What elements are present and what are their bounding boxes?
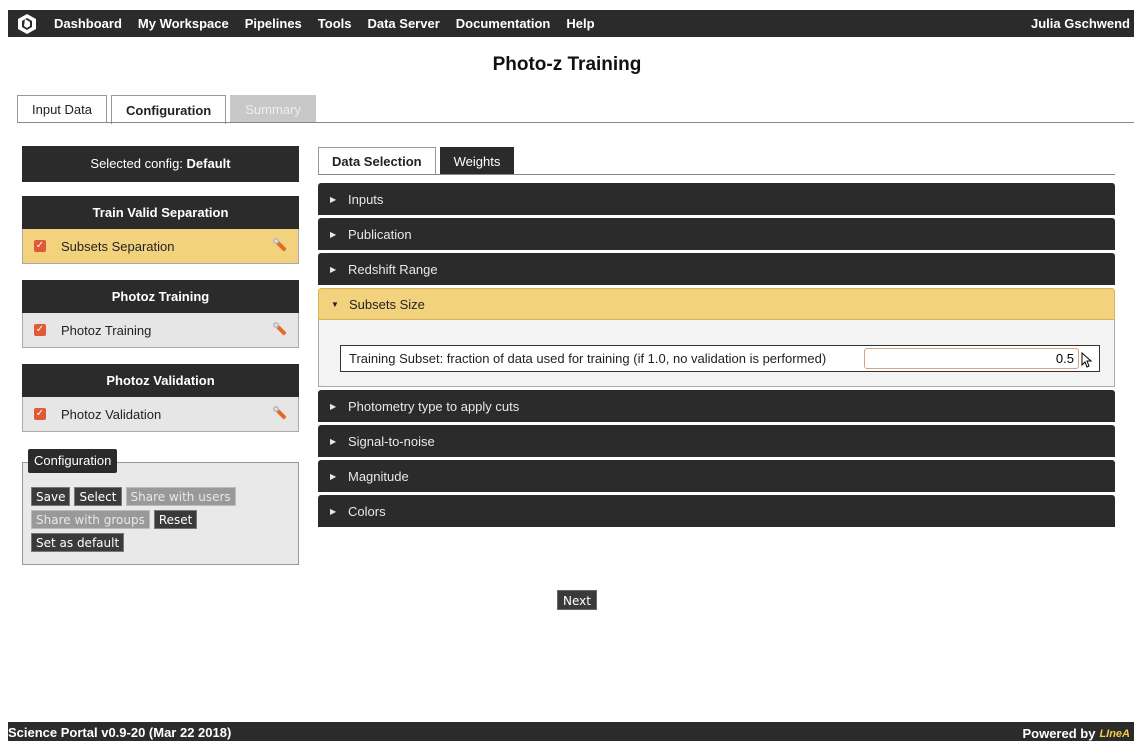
step-item-label: Photoz Validation xyxy=(61,406,162,422)
user-menu[interactable]: Julia Gschwend xyxy=(1031,16,1130,31)
accordion-publication[interactable]: ▶ Publication xyxy=(318,218,1115,250)
tab-configuration[interactable]: Configuration xyxy=(111,95,227,124)
checkbox-checked-icon[interactable]: ✓ xyxy=(34,324,46,336)
accordion-inputs[interactable]: ▶ Inputs xyxy=(318,183,1115,215)
training-subset-input[interactable] xyxy=(864,348,1079,369)
accordion-label: Photometry type to apply cuts xyxy=(348,398,520,414)
checkbox-checked-icon[interactable]: ✓ xyxy=(34,408,46,420)
powered-by-text: Powered by xyxy=(1022,726,1096,741)
tabs-divider xyxy=(17,122,1134,123)
nav-documentation[interactable]: Documentation xyxy=(456,16,551,31)
nav-help[interactable]: Help xyxy=(566,16,594,31)
section-title: Photoz Validation xyxy=(22,364,299,397)
step-item-label: Subsets Separation xyxy=(61,238,175,254)
caret-right-icon: ▶ xyxy=(330,401,337,411)
nav-dashboard[interactable]: Dashboard xyxy=(54,16,122,31)
caret-right-icon: ▶ xyxy=(330,436,337,446)
tab-summary: Summary xyxy=(230,95,316,123)
section-train-valid-separation: Train Valid Separation ✓ Subsets Separat… xyxy=(22,196,299,264)
sub-tabs: Data Selection Weights xyxy=(318,147,518,174)
tab-input-data[interactable]: Input Data xyxy=(17,95,107,123)
training-subset-row: Training Subset: fraction of data used f… xyxy=(340,345,1100,372)
nav-pipelines[interactable]: Pipelines xyxy=(245,16,302,31)
step-item-label: Photoz Training xyxy=(61,322,152,338)
sub-tabs-divider xyxy=(318,174,1115,175)
linea-logo[interactable]: LIneA xyxy=(1099,728,1130,740)
accordion-redshift-range[interactable]: ▶ Redshift Range xyxy=(318,253,1115,285)
footer: Science Portal v0.9-20 (Mar 22 2018) Pow… xyxy=(8,722,1134,741)
section-title: Photoz Training xyxy=(22,280,299,313)
nav-my-workspace[interactable]: My Workspace xyxy=(138,16,229,31)
data-selection-accordion: ▶ Inputs ▶ Publication ▶ Redshift Range … xyxy=(318,183,1115,530)
selected-config-prefix: Selected config: xyxy=(90,156,187,171)
subsets-size-panel: Training Subset: fraction of data used f… xyxy=(318,320,1115,387)
main-tabs: Input Data Configuration Summary xyxy=(17,95,320,124)
wrench-icon[interactable] xyxy=(272,237,290,255)
powered-by: Powered by LIneA xyxy=(1022,726,1130,741)
section-title: Train Valid Separation xyxy=(22,196,299,229)
reset-button[interactable]: Reset xyxy=(153,510,198,529)
step-item-subsets-separation[interactable]: ✓ Subsets Separation xyxy=(22,229,299,264)
configuration-panel-label: Configuration xyxy=(28,449,118,473)
selected-config-header: Selected config: Default xyxy=(22,146,299,182)
accordion-signal-to-noise[interactable]: ▶ Signal-to-noise xyxy=(318,425,1115,457)
nav-data-server[interactable]: Data Server xyxy=(367,16,439,31)
caret-down-icon: ▼ xyxy=(331,299,339,309)
accordion-photometry-type[interactable]: ▶ Photometry type to apply cuts xyxy=(318,390,1115,422)
section-photoz-validation: Photoz Validation ✓ Photoz Validation xyxy=(22,364,299,432)
accordion-label: Colors xyxy=(348,503,386,519)
training-subset-label: Training Subset: fraction of data used f… xyxy=(349,351,827,366)
share-with-users-button: Share with users xyxy=(125,487,236,506)
caret-right-icon: ▶ xyxy=(330,264,337,274)
section-photoz-training: Photoz Training ✓ Photoz Training xyxy=(22,280,299,348)
mouse-cursor-icon xyxy=(1081,352,1093,368)
step-item-photoz-validation[interactable]: ✓ Photoz Validation xyxy=(22,397,299,432)
home-logo-icon[interactable] xyxy=(16,13,38,35)
nav-tools[interactable]: Tools xyxy=(318,16,352,31)
select-button[interactable]: Select xyxy=(74,487,122,506)
checkbox-checked-icon[interactable]: ✓ xyxy=(34,240,46,252)
accordion-colors[interactable]: ▶ Colors xyxy=(318,495,1115,527)
tab-weights[interactable]: Weights xyxy=(439,147,515,174)
page-title: Photo-z Training xyxy=(492,54,642,75)
accordion-label: Inputs xyxy=(348,191,384,207)
save-button[interactable]: Save xyxy=(31,487,71,506)
accordion-label: Magnitude xyxy=(348,468,409,484)
accordion-subsets-size[interactable]: ▼ Subsets Size xyxy=(318,288,1115,320)
caret-right-icon: ▶ xyxy=(330,194,337,204)
caret-right-icon: ▶ xyxy=(330,471,337,481)
caret-right-icon: ▶ xyxy=(330,506,337,516)
configuration-buttons: Save Select Share with users Share with … xyxy=(31,487,291,552)
next-button[interactable]: Next xyxy=(557,590,597,610)
selected-config-value: Default xyxy=(186,156,231,171)
accordion-label: Publication xyxy=(348,226,412,242)
tab-data-selection[interactable]: Data Selection xyxy=(318,147,436,174)
step-item-photoz-training[interactable]: ✓ Photoz Training xyxy=(22,313,299,348)
wrench-icon[interactable] xyxy=(272,405,290,423)
accordion-magnitude[interactable]: ▶ Magnitude xyxy=(318,460,1115,492)
accordion-label: Redshift Range xyxy=(348,261,438,277)
version-text: Science Portal v0.9-20 (Mar 22 2018) xyxy=(8,725,232,740)
share-with-groups-button: Share with groups xyxy=(31,510,150,529)
accordion-label: Subsets Size xyxy=(349,296,425,312)
set-as-default-button[interactable]: Set as default xyxy=(31,533,125,552)
caret-right-icon: ▶ xyxy=(330,229,337,239)
top-nav-bar: Dashboard My Workspace Pipelines Tools D… xyxy=(8,10,1134,37)
accordion-label: Signal-to-noise xyxy=(348,433,435,449)
wrench-icon[interactable] xyxy=(272,321,290,339)
